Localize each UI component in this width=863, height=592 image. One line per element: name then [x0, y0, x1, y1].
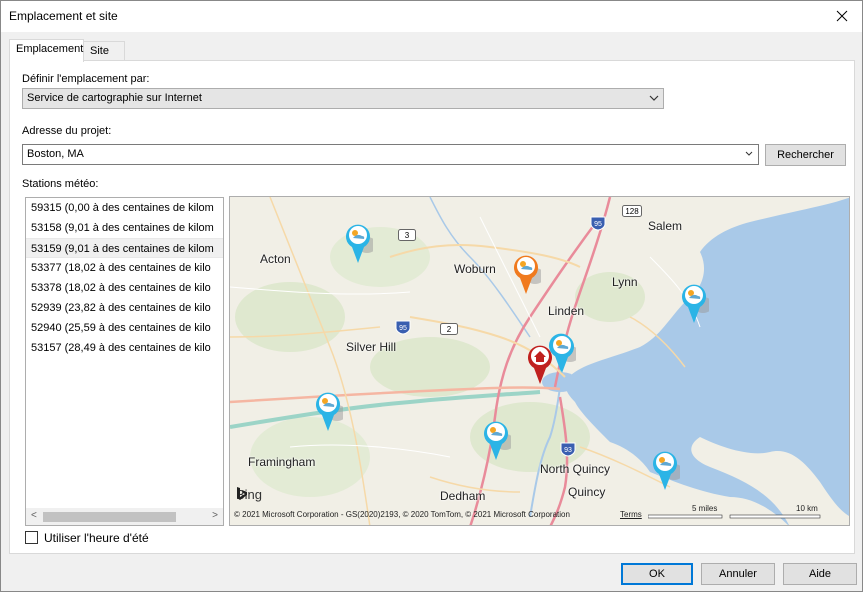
map-terms-link[interactable]: Terms [620, 510, 642, 519]
chevron-down-icon[interactable] [744, 149, 754, 159]
dst-checkbox[interactable] [25, 531, 38, 544]
project-address-input[interactable]: Boston, MA [22, 144, 759, 165]
dialog-window: Emplacement et site Emplacement Site Déf… [0, 0, 863, 592]
interstate-shield: 95 [395, 320, 411, 335]
svg-text:95: 95 [399, 325, 407, 332]
city-label-dedham: Dedham [440, 489, 486, 503]
weather-pin-icon[interactable] [679, 281, 709, 325]
weather-pin-icon[interactable] [481, 418, 511, 462]
help-button[interactable]: Aide [783, 563, 857, 585]
svg-text:95: 95 [594, 221, 602, 228]
weather-pin-icon[interactable] [650, 448, 680, 492]
station-list-item[interactable]: 53377 (18,02 à des centaines de kilo [26, 258, 223, 278]
project-address-label: Adresse du projet: [22, 125, 112, 137]
bing-logo: Bing [236, 487, 262, 502]
scale-km-label: 10 km [796, 504, 818, 513]
station-list-item[interactable]: 59315 (0,00 à des centaines de kilom [26, 198, 223, 218]
svg-text:93: 93 [564, 447, 572, 454]
weather-pin-icon[interactable] [343, 221, 373, 265]
weather-pin-icon[interactable] [511, 252, 541, 296]
city-label-silver-hill: Silver Hill [346, 340, 397, 354]
weather-map[interactable]: 128 3 95 2 95 93 Salem Acton Woburn Lynn… [229, 196, 850, 526]
city-label-lynn: Lynn [612, 275, 638, 289]
bing-icon [237, 487, 247, 500]
scrollbar-thumb[interactable] [43, 512, 176, 522]
define-location-label: Définir l'emplacement par: [22, 73, 150, 85]
close-button[interactable] [822, 1, 862, 31]
city-label-framingham: Framingham [248, 455, 316, 469]
station-list-item[interactable]: 53158 (9,01 à des centaines de kilom [26, 218, 223, 238]
station-list-item[interactable]: 52939 (23,82 à des centaines de kilo [26, 298, 223, 318]
weather-stations-list[interactable]: 59315 (0,00 à des centaines de kilom 5315… [25, 197, 224, 526]
title-bar: Emplacement et site [1, 1, 862, 32]
chevron-down-icon [649, 95, 659, 101]
ok-button[interactable]: OK [621, 563, 693, 585]
cancel-button[interactable]: Annuler [701, 563, 775, 585]
svg-text:3: 3 [405, 231, 410, 240]
weather-pin-icon[interactable] [313, 389, 343, 433]
scroll-right-icon[interactable]: > [212, 510, 218, 521]
tab-panel-emplacement: Définir l'emplacement par: Service de ca… [9, 60, 855, 554]
station-list-item[interactable]: 53157 (28,49 à des centaines de kilo [26, 338, 223, 358]
station-list-item[interactable]: 53378 (18,02 à des centaines de kilo [26, 278, 223, 298]
station-list-item[interactable]: 52940 (25,59 à des centaines de kilo [26, 318, 223, 338]
scale-miles-label: 5 miles [692, 504, 718, 513]
city-label-acton: Acton [260, 252, 291, 266]
scroll-left-icon[interactable]: < [31, 510, 37, 521]
interstate-shield: 95 [590, 216, 606, 231]
horizontal-scrollbar[interactable]: < > [26, 508, 223, 525]
tab-emplacement[interactable]: Emplacement [9, 39, 84, 62]
dst-label: Utiliser l'heure d'été [44, 531, 149, 545]
city-label-woburn: Woburn [454, 262, 496, 276]
city-label-north-quincy: North Quincy [540, 462, 611, 476]
weather-pin-icon[interactable] [547, 331, 577, 375]
define-location-select[interactable]: Service de cartographie sur Internet [22, 88, 664, 109]
city-label-quincy: Quincy [568, 485, 606, 499]
route-shield: 3 [398, 229, 416, 241]
route-shield: 128 [622, 205, 642, 217]
window-title: Emplacement et site [9, 9, 118, 23]
define-location-value: Service de cartographie sur Internet [27, 92, 202, 104]
close-icon [836, 10, 848, 22]
svg-text:128: 128 [625, 207, 639, 216]
station-list-item[interactable]: 53159 (9,01 à des centaines de kilom [26, 238, 223, 258]
map-scale-bar [648, 514, 821, 519]
svg-text:2: 2 [447, 325, 452, 334]
interstate-shield: 93 [560, 442, 576, 457]
weather-stations-label: Stations météo: [22, 178, 99, 190]
city-label-linden: Linden [548, 304, 585, 318]
map-copyright: © 2021 Microsoft Corporation - GS(2020)2… [234, 510, 570, 519]
city-label-salem: Salem [648, 219, 683, 233]
route-shield: 2 [440, 323, 458, 335]
search-button[interactable]: Rechercher [765, 144, 846, 166]
project-address-value: Boston, MA [27, 148, 84, 160]
tab-site[interactable]: Site [83, 41, 125, 61]
